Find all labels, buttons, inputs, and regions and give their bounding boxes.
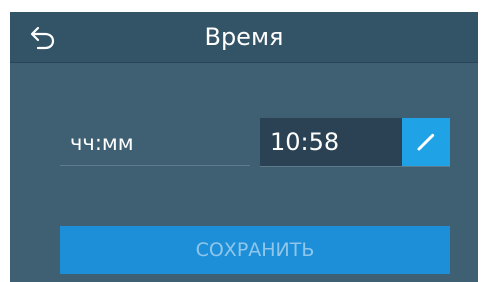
edit-time-button[interactable]: [402, 118, 450, 166]
save-button[interactable]: СОХРАНИТЬ: [60, 226, 450, 274]
time-settings-screen: Время чч:мм 10:58 СОХРАНИТЬ: [10, 12, 478, 282]
header-bar: Время: [10, 12, 478, 63]
page-title: Время: [204, 23, 284, 51]
time-format-label: чч:мм: [60, 120, 250, 166]
time-field[interactable]: 10:58: [260, 118, 450, 167]
time-value: 10:58: [270, 128, 340, 156]
